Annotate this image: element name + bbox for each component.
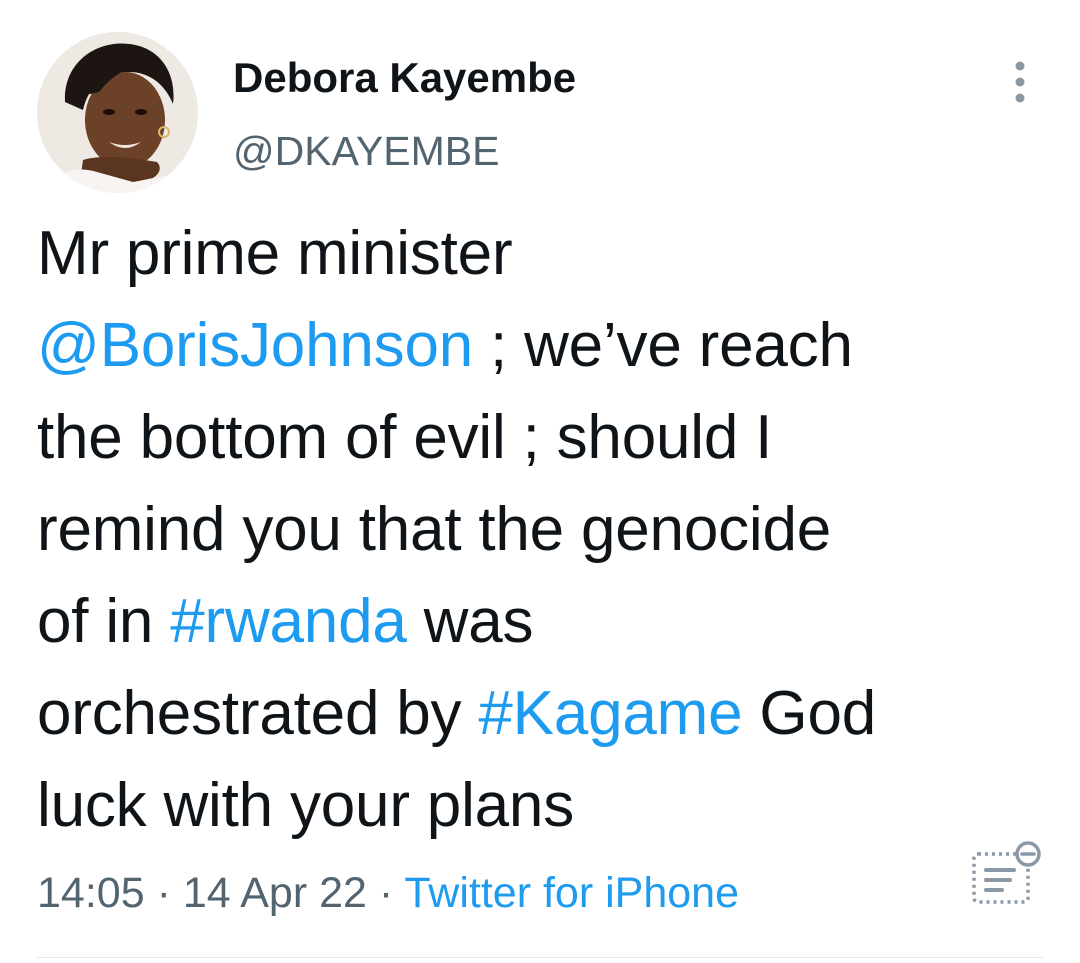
tweet-text-segment: was [406,587,534,656]
tweet-text-segment: orchestrated by [37,679,479,748]
divider [37,957,1043,958]
tweet-text-line: Mr prime minister [37,208,1047,300]
tweet-text: Mr prime minister @BorisJohnson ; we’ve r… [37,208,1047,852]
tweet-time[interactable]: 14:05 [37,869,145,917]
tweet-text-line: of in #rwanda was [37,576,1047,668]
tweet-text-line: @BorisJohnson ; we’ve reach [37,300,1047,392]
tweet-text-segment: of in [37,587,171,656]
hashtag-link[interactable]: #Kagame [478,679,742,748]
tweet-text-segment: ; we’ve reach [473,311,853,380]
tweet-text-segment: luck with your plans [37,771,575,840]
tweet-source[interactable]: Twitter for iPhone [404,869,739,917]
author-display-name[interactable]: Debora Kayembe [233,53,576,103]
avatar[interactable] [37,32,198,193]
profile-photo-icon [37,32,198,193]
tweet-analytics-icon[interactable] [968,840,1046,912]
tweet-date[interactable]: 14 Apr 22 [183,869,367,917]
tweet-text-line: the bottom of evil ; should I [37,392,1047,484]
tweet-text-line: luck with your plans [37,760,1047,852]
more-vertical-icon[interactable] [1002,60,1038,104]
tweet-text-line: orchestrated by #Kagame God [37,668,1047,760]
author-handle[interactable]: @DKAYEMBE [233,126,499,176]
mention-link[interactable]: @BorisJohnson [37,311,473,380]
meta-separator: · [156,869,171,917]
tweet: Debora Kayembe @DKAYEMBE Mr prime minist… [0,0,1080,963]
tweet-text-line: remind you that the genocide [37,484,1047,576]
hashtag-link[interactable]: #rwanda [170,587,407,656]
tweet-text-segment: the bottom of evil ; should I [37,403,773,472]
tweet-text-segment: God [742,679,877,748]
tweet-text-segment: remind you that the genocide [37,495,832,564]
tweet-meta: 14:05 · 14 Apr 22 · Twitter for iPhone [37,866,739,920]
meta-separator: · [378,869,394,917]
tweet-text-segment: Mr prime minister [37,219,513,288]
